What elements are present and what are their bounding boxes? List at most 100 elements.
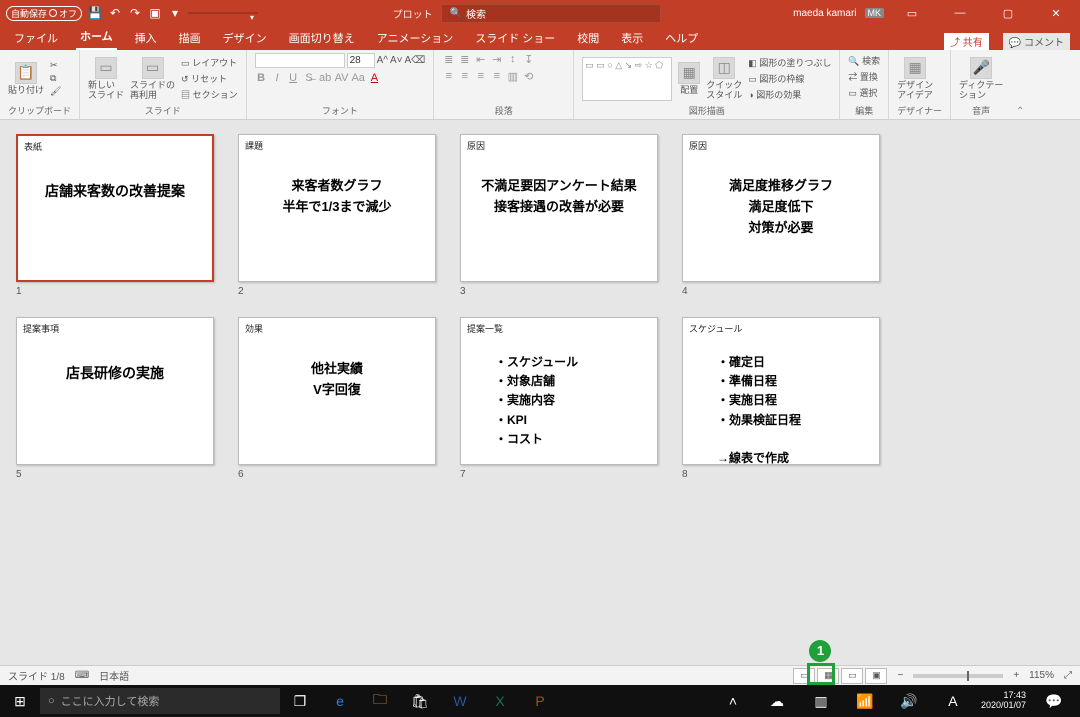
excel-icon[interactable]: X <box>480 685 520 717</box>
shape-effects-button[interactable]: ◑ 図形の効果 <box>748 87 831 102</box>
dictate-button[interactable]: 🎤ディクテー ション <box>959 57 1003 101</box>
shapes-gallery[interactable]: ▭ ▭ ○ △ ↘ ⇨ ☆ ⬠ <box>582 57 672 101</box>
new-slide-button[interactable]: ▭新しい スライド <box>88 57 124 101</box>
align-center-button[interactable]: ≡ <box>458 70 471 83</box>
task-view-button[interactable]: ❐ <box>280 685 320 717</box>
tab-insert[interactable]: 挿入 <box>131 27 161 50</box>
font-family-input[interactable] <box>255 53 345 68</box>
tab-design[interactable]: デザイン <box>219 27 271 50</box>
case-button[interactable]: Aa <box>351 72 364 84</box>
save-icon[interactable]: 💾 <box>88 6 102 20</box>
close-button[interactable]: ✕ <box>1036 0 1076 26</box>
battery-icon[interactable]: ▥ <box>801 685 841 717</box>
filename-dropdown[interactable] <box>188 12 258 14</box>
shape-fill-button[interactable]: ◧ 図形の塗りつぶし <box>748 55 831 70</box>
word-icon[interactable]: W <box>440 685 480 717</box>
volume-icon[interactable]: 🔊 <box>889 685 929 717</box>
language-icon[interactable]: ⌨ <box>75 670 89 681</box>
ime-icon[interactable]: A <box>933 685 973 717</box>
strike-button[interactable]: S̶ <box>303 72 316 84</box>
shape-outline-button[interactable]: ▭ 図形の枠線 <box>748 71 831 86</box>
undo-icon[interactable]: ↶ <box>108 6 122 20</box>
reading-view-button[interactable]: ▭ <box>841 668 863 684</box>
align-right-button[interactable]: ≡ <box>474 70 487 83</box>
numbering-button[interactable]: ≣ <box>458 53 471 66</box>
tab-file[interactable]: ファイル <box>10 27 62 50</box>
ribbon-display-icon[interactable]: ▭ <box>892 0 932 26</box>
tray-chevron-icon[interactable]: ˄ <box>713 685 753 717</box>
network-icon[interactable]: 📶 <box>845 685 885 717</box>
slide-thumbnail[interactable]: 提案事項店長研修の実施5 <box>16 317 214 480</box>
reset-button[interactable]: ↺ リセット <box>181 71 238 86</box>
search-box[interactable]: 🔍 検索 <box>441 4 661 23</box>
redo-icon[interactable]: ↷ <box>128 6 142 20</box>
justify-button[interactable]: ≡ <box>490 70 503 83</box>
tab-draw[interactable]: 描画 <box>175 27 205 50</box>
underline-button[interactable]: U <box>287 72 300 84</box>
user-avatar[interactable]: MK <box>865 8 885 18</box>
bold-button[interactable]: B <box>255 72 268 84</box>
tab-transitions[interactable]: 画面切り替え <box>285 27 359 50</box>
clear-format-icon[interactable]: A⌫ <box>404 55 425 66</box>
action-center-icon[interactable]: 💬 <box>1034 685 1074 717</box>
explorer-icon[interactable]: 🗀 <box>360 685 400 717</box>
text-direction-button[interactable]: ↧ <box>522 53 535 66</box>
onedrive-icon[interactable]: ☁ <box>757 685 797 717</box>
taskbar-search[interactable]: ○ ここに入力して検索 <box>40 688 280 714</box>
share-button[interactable]: ⤴ 共有 <box>944 33 989 50</box>
qat-more-icon[interactable]: ▾ <box>168 6 182 20</box>
edge-icon[interactable]: e <box>320 685 360 717</box>
italic-button[interactable]: I <box>271 72 284 84</box>
slide-thumbnail[interactable]: 効果他社実績V字回復6 <box>238 317 436 480</box>
find-button[interactable]: 🔍 検索 <box>848 53 880 68</box>
arrange-button[interactable]: ▦配置 <box>678 62 700 96</box>
quick-styles-button[interactable]: ◫クイック スタイル <box>706 57 742 101</box>
slide-thumbnail[interactable]: 原因満足度推移グラフ満足度低下対策が必要4 <box>682 134 880 297</box>
maximize-button[interactable]: ▢ <box>988 0 1028 26</box>
cut-icon[interactable]: ✂ <box>50 60 61 71</box>
slide-thumbnail[interactable]: 表紙店舗来客数の改善提案1 <box>16 134 214 297</box>
font-color-button[interactable]: A <box>368 72 381 84</box>
tab-view[interactable]: 表示 <box>617 27 647 50</box>
tab-home[interactable]: ホーム <box>76 25 117 50</box>
bullets-button[interactable]: ≣ <box>442 53 455 66</box>
reuse-slides-button[interactable]: ▭スライドの 再利用 <box>130 57 175 101</box>
autosave-toggle[interactable]: 自動保存 オフ <box>6 6 82 21</box>
store-icon[interactable]: 🛍 <box>400 685 440 717</box>
powerpoint-icon[interactable]: P <box>520 685 560 717</box>
minimize-button[interactable]: — <box>940 0 980 26</box>
layout-button[interactable]: ▭ レイアウト <box>181 55 238 70</box>
start-slideshow-icon[interactable]: ▣ <box>148 6 162 20</box>
format-painter-icon[interactable]: 🖌 <box>50 86 61 97</box>
comments-button[interactable]: 💬 コメント <box>1003 33 1070 50</box>
replace-button[interactable]: ⇄ 置換 <box>848 69 878 84</box>
columns-button[interactable]: ▥ <box>506 70 519 83</box>
spacing-button[interactable]: AV <box>335 72 349 84</box>
slideshow-view-button[interactable]: ▣ <box>865 668 887 684</box>
shadow-button[interactable]: ab <box>319 72 332 84</box>
slide-thumbnail[interactable]: 課題来客者数グラフ半年で1/3まで減少2 <box>238 134 436 297</box>
slide-thumbnail[interactable]: 原因不満足要因アンケート結果接客接遇の改善が必要3 <box>460 134 658 297</box>
tab-slideshow[interactable]: スライド ショー <box>471 27 559 50</box>
slide-thumbnail[interactable]: 提案一覧・スケジュール・対象店舗・実施内容・KPI・コスト7 <box>460 317 658 480</box>
align-left-button[interactable]: ≡ <box>442 70 455 83</box>
section-button[interactable]: ▤ セクション <box>181 87 238 102</box>
zoom-in-button[interactable]: + <box>1013 670 1019 681</box>
smartart-button[interactable]: ⟲ <box>522 70 535 83</box>
slide-thumbnail[interactable]: スケジュール・確定日・準備日程・実施日程・効果検証日程 →線表で作成8 <box>682 317 880 480</box>
tab-animations[interactable]: アニメーション <box>373 27 458 50</box>
select-button[interactable]: ▭ 選択 <box>848 85 877 100</box>
start-button[interactable]: ⊞ <box>0 685 40 717</box>
taskbar-clock[interactable]: 17:43 2020/01/07 <box>977 691 1030 711</box>
tab-help[interactable]: ヘルプ <box>661 27 702 50</box>
decrease-font-icon[interactable]: A˅ <box>390 55 403 66</box>
fit-window-button[interactable]: ⤢ <box>1064 670 1072 681</box>
paste-button[interactable]: 📋貼り付け <box>8 62 44 96</box>
zoom-slider[interactable] <box>913 674 1003 678</box>
indent-dec-button[interactable]: ⇤ <box>474 53 487 66</box>
copy-icon[interactable]: ⧉ <box>50 73 61 84</box>
line-spacing-button[interactable]: ↕ <box>506 53 519 66</box>
increase-font-icon[interactable]: A^ <box>377 55 388 66</box>
zoom-level[interactable]: 115% <box>1029 670 1054 681</box>
design-ideas-button[interactable]: ▦デザイン アイデア <box>897 57 933 101</box>
